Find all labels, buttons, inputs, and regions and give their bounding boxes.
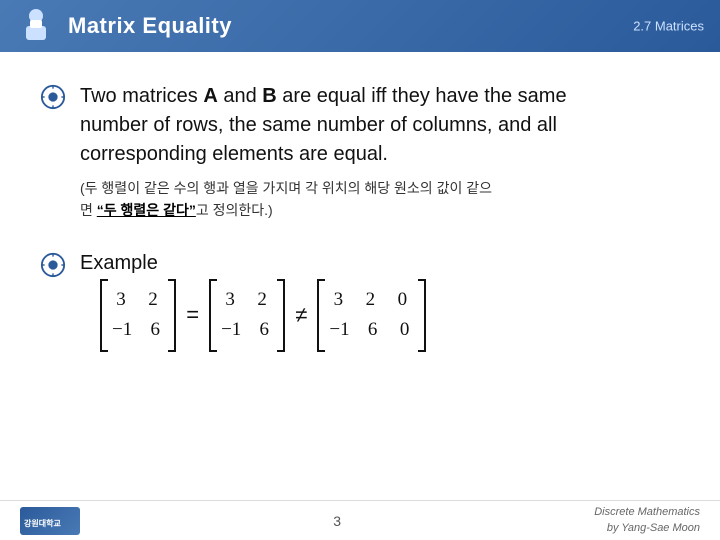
example-section: Example 3 2 −1 6 = bbox=[40, 250, 670, 352]
example-label: Example bbox=[80, 252, 426, 275]
credit-line1: Discrete Mathematics bbox=[594, 506, 700, 518]
main-content: Two matrices A and B are equal iff they … bbox=[0, 52, 720, 372]
footer-logo: 강원대학교 bbox=[20, 507, 80, 535]
m3-r1-c1: 3 bbox=[329, 285, 347, 315]
korean-description: (두 행렬이 같은 수의 행과 열을 가지며 각 위치의 해당 원소의 값이 같… bbox=[80, 177, 670, 222]
matrix-3-row-1: 3 2 0 bbox=[329, 285, 413, 315]
not-equal-operator: ≠ bbox=[295, 302, 307, 328]
m2-r2-c1: −1 bbox=[221, 315, 241, 345]
m3-r1-c3: 0 bbox=[393, 285, 411, 315]
korean-line1: (두 행렬이 같은 수의 행과 열을 가지며 각 위치의 해당 원소의 값이 같… bbox=[80, 180, 492, 196]
text-equal-iff: are equal iff they have the same bbox=[277, 85, 567, 107]
m3-r2-c2: 6 bbox=[364, 315, 382, 345]
m3-r2-c3: 0 bbox=[396, 315, 414, 345]
m2-r1-c2: 2 bbox=[253, 285, 271, 315]
text-and: and bbox=[218, 85, 262, 107]
text-line3: corresponding elements are equal. bbox=[80, 143, 388, 165]
m3-r1-c2: 2 bbox=[361, 285, 379, 315]
section-label: 2.7 Matrices bbox=[633, 19, 704, 34]
bracket-left-1 bbox=[100, 279, 108, 352]
university-logo-icon: 강원대학교 bbox=[20, 507, 80, 535]
bracket-left-3 bbox=[317, 279, 325, 352]
equal-operator: = bbox=[186, 302, 199, 328]
bullet-icon bbox=[40, 84, 66, 115]
matrix-1-row-2: −1 6 bbox=[112, 315, 164, 345]
m2-r2-c2: 6 bbox=[255, 315, 273, 345]
bracket-right-3 bbox=[418, 279, 426, 352]
definition-bullet: Two matrices A and B are equal iff they … bbox=[40, 82, 670, 222]
credit-line2: by Yang-Sae Moon bbox=[607, 522, 700, 534]
korean-bold-text: “두 행렬은 같다” bbox=[97, 202, 196, 218]
m1-r1-c1: 3 bbox=[112, 285, 130, 315]
matrix-3-row-2: −1 6 0 bbox=[329, 315, 413, 345]
page-number: 3 bbox=[333, 513, 341, 529]
korean-line2-suffix: 고 정의한다.) bbox=[196, 202, 273, 218]
text-line2: number of rows, the same number of colum… bbox=[80, 114, 557, 136]
footer: 강원대학교 3 Discrete Mathematics by Yang-Sae… bbox=[0, 500, 720, 540]
definition-text: Two matrices A and B are equal iff they … bbox=[80, 82, 670, 222]
matrix-1-row-1: 3 2 bbox=[112, 285, 164, 315]
bracket-right-1 bbox=[168, 279, 176, 352]
text-B: B bbox=[262, 85, 276, 107]
m1-r2-c1: −1 bbox=[112, 315, 132, 345]
korean-line2-prefix: 면 bbox=[80, 202, 97, 218]
text-A: A bbox=[203, 85, 217, 107]
matrix-2-row-1: 3 2 bbox=[221, 285, 273, 315]
header-logo-icon bbox=[16, 6, 56, 46]
matrix-1: 3 2 −1 6 bbox=[100, 279, 176, 352]
bracket-left-2 bbox=[209, 279, 217, 352]
m1-r2-c2: 6 bbox=[146, 315, 164, 345]
matrix-2-row-2: −1 6 bbox=[221, 315, 273, 345]
matrix-3: 3 2 0 −1 6 0 bbox=[317, 279, 425, 352]
page-title: Matrix Equality bbox=[68, 13, 232, 39]
example-bullet-icon bbox=[40, 252, 66, 283]
matrix-area: 3 2 −1 6 = 3 2 bbox=[100, 279, 426, 352]
m2-r1-c1: 3 bbox=[221, 285, 239, 315]
bracket-right-2 bbox=[277, 279, 285, 352]
text-two-matrices: Two matrices bbox=[80, 85, 203, 107]
svg-text:강원대학교: 강원대학교 bbox=[24, 518, 61, 528]
footer-credit: Discrete Mathematics by Yang-Sae Moon bbox=[594, 505, 700, 536]
definition-main: Two matrices A and B are equal iff they … bbox=[80, 82, 670, 169]
m3-r2-c1: −1 bbox=[329, 315, 349, 345]
header: Matrix Equality 2.7 Matrices bbox=[0, 0, 720, 52]
example-content: Example 3 2 −1 6 = bbox=[80, 250, 426, 352]
matrix-2: 3 2 −1 6 bbox=[209, 279, 285, 352]
m1-r1-c2: 2 bbox=[144, 285, 162, 315]
